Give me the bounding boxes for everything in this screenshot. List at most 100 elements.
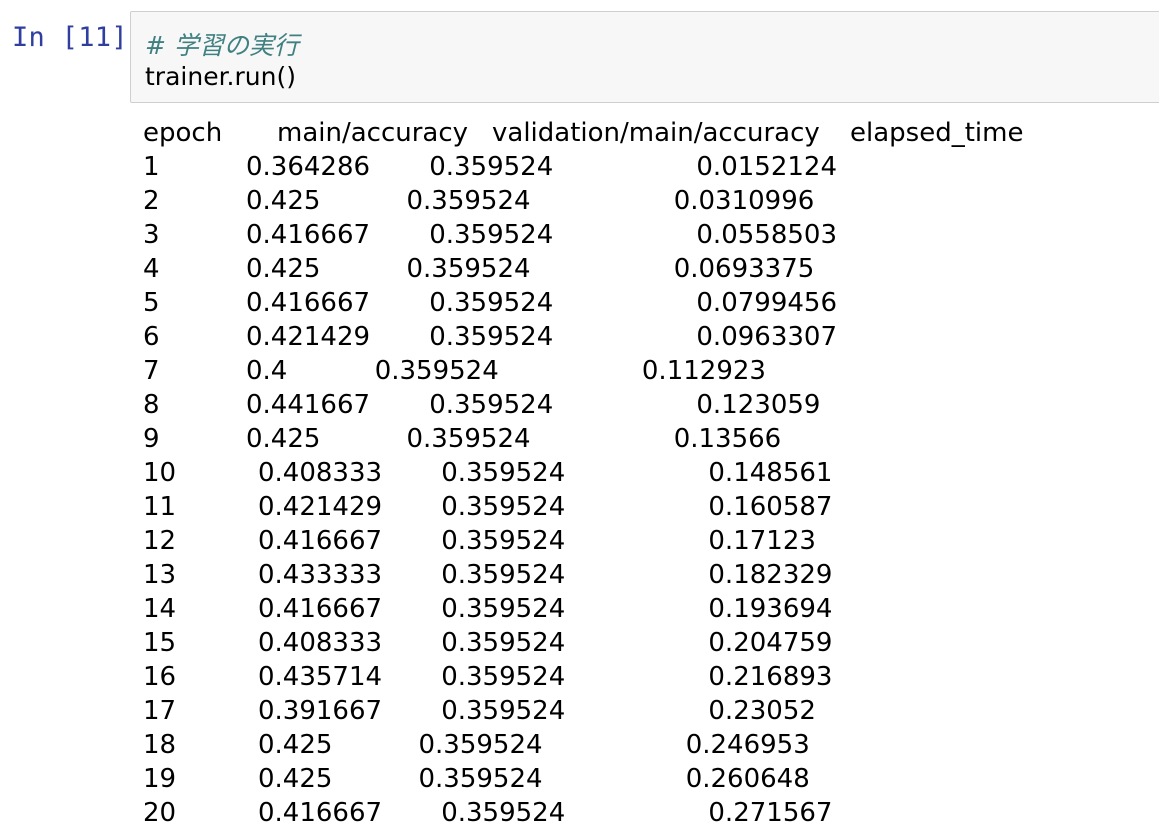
code-line: trainer.run() xyxy=(145,62,296,91)
row-epoch: 1 xyxy=(143,152,160,182)
row-epoch: 7 xyxy=(143,356,160,386)
output-row: 9 0.425 0.359524 0.13566 xyxy=(143,422,1159,456)
header-main-accuracy: main/accuracy xyxy=(277,118,469,148)
output-row: 8 0.441667 0.359524 0.123059 xyxy=(143,388,1159,422)
row-main-accuracy: 0.416667 xyxy=(258,594,383,624)
output-row: 20 0.416667 0.359524 0.271567 xyxy=(143,796,1159,830)
row-elapsed-time: 0.182329 xyxy=(708,560,833,590)
header-validation-accuracy: validation/main/accuracy xyxy=(492,118,820,148)
row-validation-accuracy: 0.359524 xyxy=(418,730,543,760)
row-main-accuracy: 0.425 xyxy=(258,730,333,760)
row-elapsed-time: 0.246953 xyxy=(685,730,810,760)
row-main-accuracy: 0.391667 xyxy=(258,696,383,726)
row-epoch: 4 xyxy=(143,254,160,284)
header-epoch: epoch xyxy=(143,118,223,148)
row-main-accuracy: 0.425 xyxy=(258,764,333,794)
row-elapsed-time: 0.148561 xyxy=(708,458,833,488)
row-validation-accuracy: 0.359524 xyxy=(441,798,566,828)
row-epoch: 8 xyxy=(143,390,160,420)
code-editor[interactable]: # 学習の実行 trainer.run() xyxy=(130,11,1159,103)
row-main-accuracy: 0.425 xyxy=(246,254,321,284)
row-main-accuracy: 0.435714 xyxy=(258,662,383,692)
row-epoch: 13 xyxy=(143,560,177,590)
row-validation-accuracy: 0.359524 xyxy=(441,594,566,624)
row-elapsed-time: 0.216893 xyxy=(708,662,833,692)
row-main-accuracy: 0.441667 xyxy=(246,390,371,420)
code-comment: # 学習の実行 xyxy=(145,31,299,60)
row-validation-accuracy: 0.359524 xyxy=(441,458,566,488)
output-row: 14 0.416667 0.359524 0.193694 xyxy=(143,592,1159,626)
row-main-accuracy: 0.416667 xyxy=(258,526,383,556)
output-row: 11 0.421429 0.359524 0.160587 xyxy=(143,490,1159,524)
row-elapsed-time: 0.160587 xyxy=(708,492,833,522)
row-main-accuracy: 0.416667 xyxy=(246,220,371,250)
output-row: 10 0.408333 0.359524 0.148561 xyxy=(143,456,1159,490)
row-main-accuracy: 0.408333 xyxy=(258,458,383,488)
row-validation-accuracy: 0.359524 xyxy=(429,220,554,250)
row-validation-accuracy: 0.359524 xyxy=(441,696,566,726)
output-header-row: epoch main/accuracy validation/main/accu… xyxy=(143,116,1159,150)
cell-output: epoch main/accuracy validation/main/accu… xyxy=(143,116,1159,832)
row-epoch: 2 xyxy=(143,186,160,216)
row-elapsed-time: 0.13566 xyxy=(673,424,782,454)
row-validation-accuracy: 0.359524 xyxy=(429,322,554,352)
row-main-accuracy: 0.421429 xyxy=(258,492,383,522)
row-validation-accuracy: 0.359524 xyxy=(429,288,554,318)
output-row: 19 0.425 0.359524 0.260648 xyxy=(143,762,1159,796)
row-elapsed-time: 0.112923 xyxy=(641,356,766,386)
output-row: 2 0.425 0.359524 0.0310996 xyxy=(143,184,1159,218)
row-elapsed-time: 0.0799456 xyxy=(696,288,837,318)
row-validation-accuracy: 0.359524 xyxy=(406,186,531,216)
output-row: 6 0.421429 0.359524 0.0963307 xyxy=(143,320,1159,354)
row-epoch: 18 xyxy=(143,730,177,760)
output-row: 15 0.408333 0.359524 0.204759 xyxy=(143,626,1159,660)
row-elapsed-time: 0.0963307 xyxy=(696,322,837,352)
row-main-accuracy: 0.433333 xyxy=(258,560,383,590)
row-elapsed-time: 0.0310996 xyxy=(673,186,815,216)
row-elapsed-time: 0.0558503 xyxy=(696,220,837,250)
row-epoch: 6 xyxy=(143,322,160,352)
row-validation-accuracy: 0.359524 xyxy=(429,152,554,182)
row-elapsed-time: 0.204759 xyxy=(708,628,833,658)
row-epoch: 9 xyxy=(143,424,160,454)
row-validation-accuracy: 0.359524 xyxy=(441,662,566,692)
row-elapsed-time: 0.123059 xyxy=(696,390,821,420)
output-row: 4 0.425 0.359524 0.0693375 xyxy=(143,252,1159,286)
row-main-accuracy: 0.421429 xyxy=(246,322,371,352)
row-elapsed-time: 0.260648 xyxy=(685,764,810,794)
row-main-accuracy: 0.408333 xyxy=(258,628,383,658)
row-validation-accuracy: 0.359524 xyxy=(441,628,566,658)
row-epoch: 15 xyxy=(143,628,177,658)
row-elapsed-time: 0.23052 xyxy=(708,696,816,726)
row-validation-accuracy: 0.359524 xyxy=(406,424,531,454)
row-main-accuracy: 0.364286 xyxy=(246,152,371,182)
output-row: 17 0.391667 0.359524 0.23052 xyxy=(143,694,1159,728)
output-row: 7 0.4 0.359524 0.112923 xyxy=(143,354,1159,388)
row-epoch: 11 xyxy=(143,492,177,522)
row-main-accuracy: 0.416667 xyxy=(258,798,383,828)
row-elapsed-time: 0.271567 xyxy=(708,798,833,828)
row-epoch: 3 xyxy=(143,220,160,250)
header-elapsed-time: elapsed_time xyxy=(850,118,1024,148)
row-validation-accuracy: 0.359524 xyxy=(374,356,499,386)
row-epoch: 5 xyxy=(143,288,160,318)
row-epoch: 10 xyxy=(143,458,177,488)
row-validation-accuracy: 0.359524 xyxy=(406,254,531,284)
output-row: 12 0.416667 0.359524 0.17123 xyxy=(143,524,1159,558)
input-prompt: In [11]: xyxy=(12,22,145,53)
row-epoch: 19 xyxy=(143,764,177,794)
output-row: 1 0.364286 0.359524 0.0152124 xyxy=(143,150,1159,184)
output-row: 16 0.435714 0.359524 0.216893 xyxy=(143,660,1159,694)
row-main-accuracy: 0.416667 xyxy=(246,288,371,318)
notebook-code-cell[interactable]: In [11]: # 学習の実行 trainer.run() epoch mai… xyxy=(0,0,1159,832)
row-elapsed-time: 0.193694 xyxy=(708,594,833,624)
output-row: 13 0.433333 0.359524 0.182329 xyxy=(143,558,1159,592)
output-row: 3 0.416667 0.359524 0.0558503 xyxy=(143,218,1159,252)
row-validation-accuracy: 0.359524 xyxy=(429,390,554,420)
row-elapsed-time: 0.17123 xyxy=(708,526,816,556)
row-epoch: 20 xyxy=(143,798,177,828)
output-row: 18 0.425 0.359524 0.246953 xyxy=(143,728,1159,762)
row-epoch: 17 xyxy=(143,696,177,726)
row-main-accuracy: 0.425 xyxy=(246,186,321,216)
row-validation-accuracy: 0.359524 xyxy=(441,560,566,590)
